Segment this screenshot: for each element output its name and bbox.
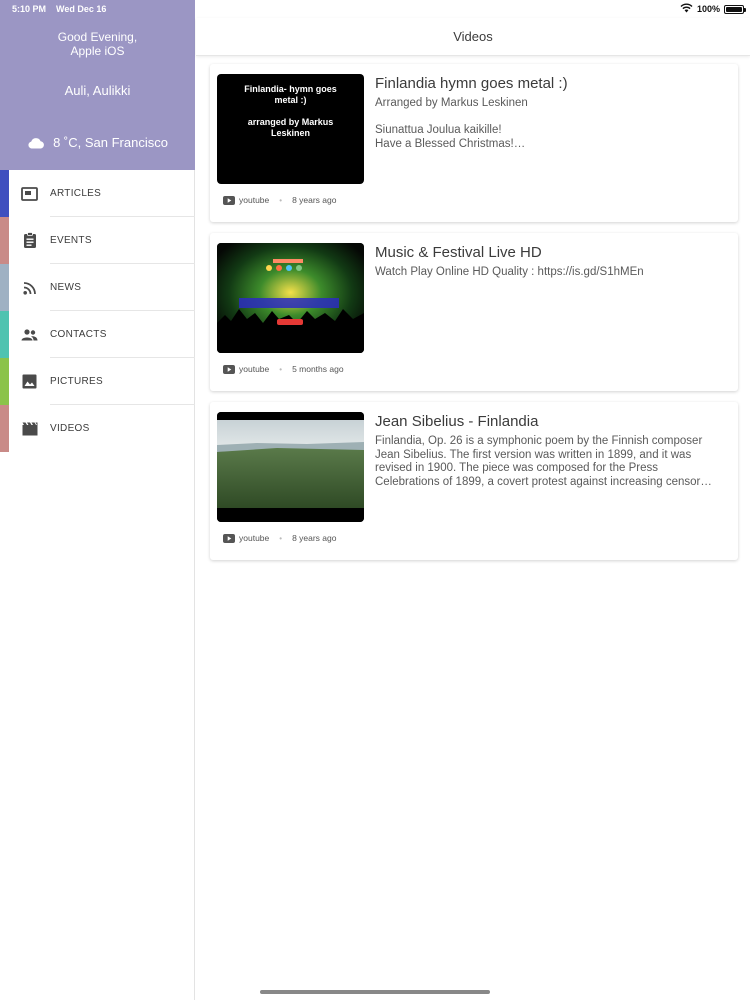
home-indicator[interactable]: [260, 990, 490, 994]
video-thumbnail[interactable]: [217, 412, 364, 522]
video-thumbnail[interactable]: Finlandia- hymn goes metal :) arranged b…: [217, 74, 364, 184]
article-icon: [21, 185, 38, 202]
main-content: 100% Videos Finlandia- hymn goes metal :…: [196, 0, 750, 1000]
concert-image: [217, 243, 364, 353]
separator-dot: •: [279, 533, 283, 543]
sidebar-item-label: PICTURES: [50, 376, 103, 387]
user-name: Auli, Aulikki: [64, 83, 131, 98]
youtube-icon: [223, 364, 235, 374]
video-title[interactable]: Music & Festival Live HD: [375, 244, 728, 261]
video-meta: youtube • 8 years ago: [223, 195, 336, 205]
sidebar-item-events[interactable]: EVENTS: [0, 217, 195, 264]
video-source: youtube: [239, 195, 270, 205]
video-thumbnail[interactable]: [217, 243, 364, 353]
youtube-icon: [223, 533, 235, 543]
sidebar-item-label: ARTICLES: [50, 188, 102, 199]
cloud-icon: [27, 137, 45, 149]
video-source: youtube: [239, 364, 270, 374]
greeting: Good Evening, Apple iOS: [57, 30, 138, 58]
youtube-icon: [223, 195, 235, 205]
forest-image: [217, 412, 364, 522]
color-bar: [0, 264, 9, 311]
sidebar-nav: ARTICLES EVENTS NEWS CONTACTS PICTURES V…: [0, 170, 195, 452]
sidebar-item-label: VIDEOS: [50, 423, 90, 434]
battery-icon: [724, 4, 746, 14]
top-app-bar: Videos: [196, 18, 750, 56]
page-title: Videos: [453, 29, 493, 44]
video-card[interactable]: Jean Sibelius - Finlandia Finlandia, Op.…: [210, 402, 738, 560]
video-age: 5 months ago: [292, 364, 344, 374]
status-time: 5:10 PM: [12, 4, 47, 14]
sidebar: 5:10 PM Wed Dec 16 Good Evening, Apple i…: [0, 0, 195, 1000]
wifi-icon: [680, 3, 693, 15]
rss-icon: [21, 279, 38, 296]
sidebar-item-label: EVENTS: [50, 235, 92, 246]
sidebar-item-articles[interactable]: ARTICLES: [0, 170, 195, 217]
color-bar: [0, 217, 9, 264]
image-icon: [21, 373, 38, 390]
video-source: youtube: [239, 533, 270, 543]
separator-dot: •: [279, 364, 283, 374]
video-description: Watch Play Online HD Quality : https://i…: [375, 266, 644, 278]
thumbnail-caption: Finlandia- hymn goes metal :) arranged b…: [244, 84, 337, 138]
sidebar-item-label: NEWS: [50, 282, 82, 293]
sidebar-item-pictures[interactable]: PICTURES: [0, 358, 195, 405]
movie-clapper-icon: [21, 420, 38, 437]
color-bar: [0, 405, 9, 452]
status-bar-right: 100%: [680, 3, 746, 15]
video-title[interactable]: Finlandia hymn goes metal :): [375, 75, 728, 92]
sidebar-item-videos[interactable]: VIDEOS: [0, 405, 195, 452]
video-meta: youtube • 5 months ago: [223, 364, 344, 374]
video-age: 8 years ago: [292, 195, 337, 205]
video-title[interactable]: Jean Sibelius - Finlandia: [375, 413, 728, 430]
color-bar: [0, 311, 9, 358]
weather: 8 ˚C, San Francisco: [0, 135, 195, 150]
weather-text: 8 ˚C, San Francisco: [53, 135, 168, 150]
video-subtitle: Arranged by Markus Leskinen: [375, 97, 528, 109]
sidebar-header: 5:10 PM Wed Dec 16 Good Evening, Apple i…: [0, 0, 195, 170]
sidebar-item-news[interactable]: NEWS: [0, 264, 195, 311]
status-bar-left: 5:10 PM Wed Dec 16: [12, 4, 106, 14]
separator-dot: •: [279, 195, 283, 205]
sidebar-item-contacts[interactable]: CONTACTS: [0, 311, 195, 358]
status-date: Wed Dec 16: [56, 4, 107, 14]
video-card[interactable]: Music & Festival Live HD Watch Play Onli…: [210, 233, 738, 391]
clipboard-icon: [21, 232, 38, 249]
sidebar-item-label: CONTACTS: [50, 329, 107, 340]
video-description: Siunattua Joulua kaikille! Have a Blesse…: [375, 124, 526, 150]
video-age: 8 years ago: [292, 533, 337, 543]
video-meta: youtube • 8 years ago: [223, 533, 336, 543]
color-bar: [0, 170, 9, 217]
people-icon: [21, 326, 38, 343]
video-card[interactable]: Finlandia- hymn goes metal :) arranged b…: [210, 64, 738, 222]
battery-percent: 100%: [696, 4, 720, 14]
video-description: Finlandia, Op. 26 is a symphonic poem by…: [375, 435, 712, 488]
color-bar: [0, 358, 9, 405]
